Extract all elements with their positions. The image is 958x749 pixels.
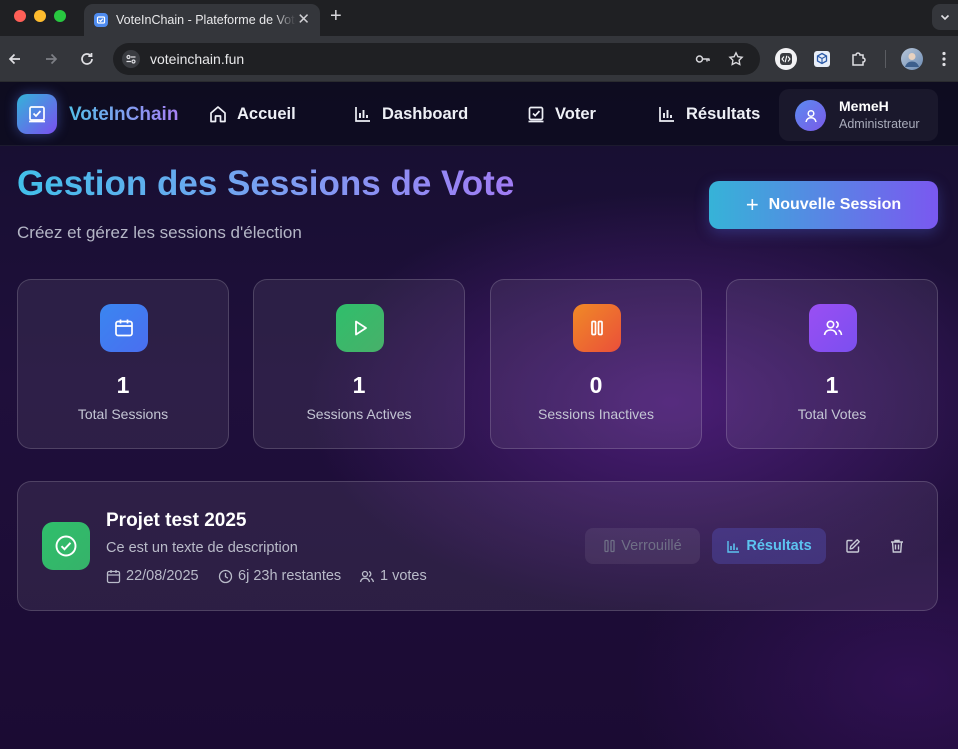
pause-icon	[604, 539, 615, 553]
cube-extension-icon[interactable]	[811, 48, 833, 70]
favicon-icon	[94, 13, 108, 27]
results-button[interactable]: Résultats	[712, 528, 826, 564]
arrow-right-icon	[46, 53, 58, 65]
session-remaining: 6j 23h restantes	[218, 568, 341, 584]
user-menu[interactable]: MemeH Administrateur	[779, 89, 938, 141]
session-votes: 1 votes	[359, 568, 427, 584]
page-title: Gestion des Sessions de Vote	[17, 164, 515, 203]
back-button[interactable]	[5, 49, 25, 69]
stat-value: 1	[352, 372, 366, 398]
toolbar-divider	[885, 50, 886, 68]
close-window-button[interactable]	[14, 10, 26, 22]
stat-value: 1	[825, 372, 839, 398]
delete-button[interactable]	[888, 537, 906, 555]
locked-button[interactable]: Verrouillé	[585, 528, 700, 564]
key-icon[interactable]	[695, 51, 711, 67]
reload-button[interactable]	[77, 49, 97, 69]
app-root: VoteInChain Accueil Dashboard Voter Résu…	[0, 82, 958, 749]
brand-logo[interactable]	[17, 94, 57, 134]
users-icon	[809, 304, 857, 352]
minimize-window-button[interactable]	[34, 10, 46, 22]
check-circle-icon	[42, 522, 90, 570]
vote-icon	[528, 106, 544, 123]
nav-item-dashboard[interactable]: Dashboard	[353, 104, 468, 124]
avatar	[795, 100, 826, 131]
address-bar[interactable]: voteinchain.fun	[113, 43, 760, 75]
trash-icon	[891, 539, 903, 553]
bar-chart-icon	[659, 107, 674, 122]
stat-card-inactive-sessions: 0 Sessions Inactives	[490, 279, 702, 449]
vote-box-icon	[29, 106, 45, 123]
nav-item-label: Accueil	[237, 104, 296, 123]
brand-name[interactable]: VoteInChain	[69, 104, 178, 126]
browser-tab-bar: VoteInChain - Plateforme de Vote ✕ +	[0, 0, 958, 36]
tab-search-button[interactable]	[932, 4, 958, 30]
nav-item-label: Voter	[555, 104, 596, 123]
plus-icon: +	[745, 192, 759, 217]
browser-menu-icon[interactable]	[935, 48, 953, 70]
tab-close-icon[interactable]: ✕	[297, 12, 310, 28]
play-icon	[336, 304, 384, 352]
locked-label: Verrouillé	[621, 538, 682, 554]
puzzle-extensions-icon[interactable]	[847, 48, 869, 70]
nav-item-resultats[interactable]: Résultats	[657, 104, 760, 124]
bar-chart-icon	[727, 540, 740, 553]
calendar-icon	[106, 569, 121, 583]
chevron-down-icon	[940, 14, 950, 21]
stat-value: 0	[589, 372, 603, 398]
new-tab-button[interactable]: +	[330, 6, 342, 26]
star-icon[interactable]	[728, 51, 744, 67]
nav-item-label: Dashboard	[382, 104, 469, 123]
edit-button[interactable]	[844, 537, 862, 555]
stat-label: Sessions Actives	[306, 406, 412, 422]
home-icon	[210, 106, 226, 123]
session-title: Projet test 2025	[106, 510, 247, 531]
user-icon	[804, 109, 817, 122]
session-card: Projet test 2025 Ce est un texte de desc…	[17, 481, 938, 611]
stat-label: Total Votes	[797, 406, 867, 422]
calendar-icon	[100, 304, 148, 352]
forward-button[interactable]	[41, 49, 61, 69]
session-votes-text: 1 votes	[380, 568, 427, 584]
maximize-window-button[interactable]	[54, 10, 66, 22]
page-subtitle: Créez et gérez les sessions d'élection	[17, 223, 302, 242]
nav-item-voter[interactable]: Voter	[526, 104, 596, 124]
bar-chart-icon	[355, 107, 370, 122]
site-settings-icon[interactable]	[122, 50, 140, 68]
stat-card-total-sessions: 1 Total Sessions	[17, 279, 229, 449]
stat-value: 1	[116, 372, 130, 398]
new-session-button[interactable]: + Nouvelle Session	[709, 181, 938, 229]
browser-tab[interactable]: VoteInChain - Plateforme de Vote ✕	[84, 4, 320, 36]
tab-title: VoteInChain - Plateforme de Vote	[116, 13, 296, 27]
session-description: Ce est un texte de description	[106, 540, 298, 556]
clock-icon	[218, 569, 233, 583]
session-date-text: 22/08/2025	[126, 568, 199, 584]
user-name: MemeH	[839, 98, 889, 114]
code-extension-icon[interactable]	[775, 48, 797, 70]
nav-item-label: Résultats	[686, 104, 761, 123]
users-icon	[359, 570, 375, 582]
profile-avatar[interactable]	[901, 48, 923, 70]
top-navigation: VoteInChain Accueil Dashboard Voter Résu…	[0, 82, 958, 146]
stat-card-total-votes: 1 Total Votes	[726, 279, 938, 449]
user-role: Administrateur	[839, 117, 920, 131]
stat-card-active-sessions: 1 Sessions Actives	[253, 279, 465, 449]
session-date: 22/08/2025	[106, 568, 199, 584]
new-session-label: Nouvelle Session	[768, 196, 902, 213]
stat-label: Sessions Inactives	[538, 406, 654, 422]
results-label: Résultats	[746, 538, 812, 554]
session-remaining-text: 6j 23h restantes	[238, 568, 342, 584]
reload-icon	[81, 53, 93, 65]
nav-item-accueil[interactable]: Accueil	[208, 104, 296, 124]
browser-toolbar: voteinchain.fun	[0, 36, 958, 82]
arrow-left-icon	[8, 53, 20, 65]
edit-icon	[846, 539, 860, 553]
url-text: voteinchain.fun	[150, 51, 245, 67]
stat-label: Total Sessions	[77, 406, 169, 422]
pause-icon	[573, 304, 621, 352]
